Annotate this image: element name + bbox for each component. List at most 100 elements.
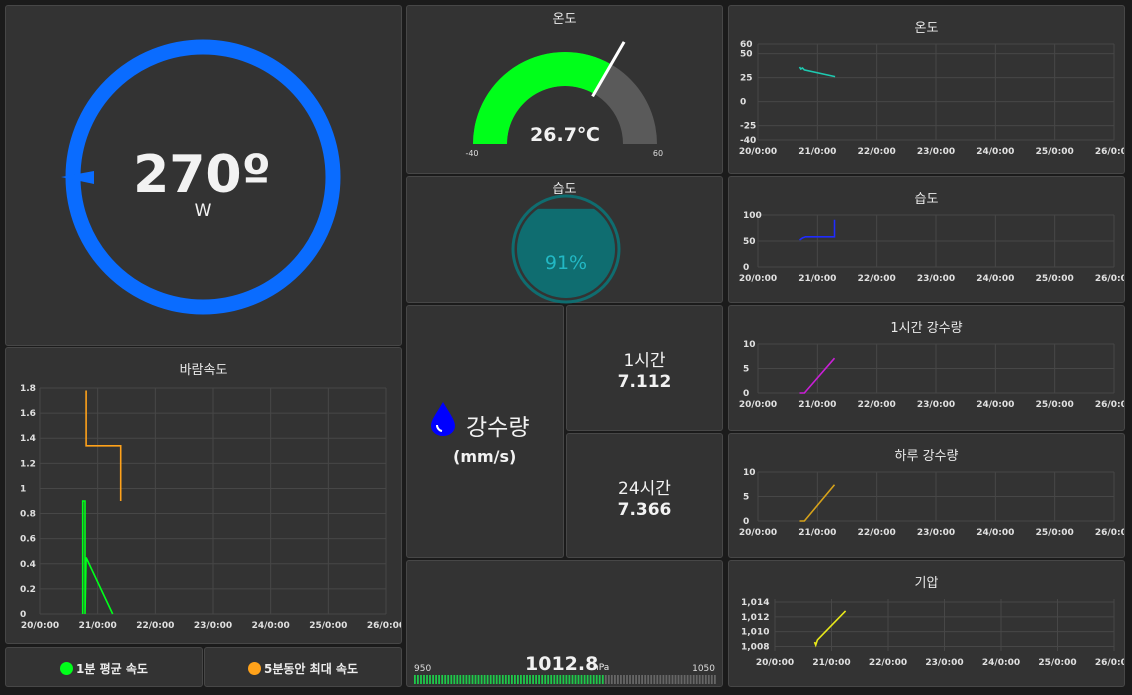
pressure-bar-segment (495, 675, 498, 684)
pressure-bar-segment (462, 675, 465, 684)
temperature-gauge: 26.7℃ -40 60 (465, 41, 663, 158)
x-tick-label: 22/0:00 (858, 147, 896, 157)
legend-dot-green (60, 662, 74, 675)
pressure-bar-segment (562, 675, 565, 684)
legend-5min-max[interactable]: 5분동안 최대 속도 (204, 647, 402, 687)
pressure-bar-segment (614, 675, 616, 684)
pressure-bar-segment (450, 675, 453, 684)
rain-unit: (mm/s) (453, 447, 517, 466)
pressure-max-label: 1050 (692, 664, 715, 674)
pressure-bar-segment (504, 675, 507, 684)
rain-24h-panel: 24시간 7.366 (566, 433, 723, 558)
x-tick-label: 21/0:00 (79, 621, 117, 631)
y-tick-label: 0 (743, 263, 749, 273)
pressure-bar-segment (638, 675, 640, 684)
pressure-bar-segment (583, 675, 586, 684)
x-tick-label: 26/0:00 (1095, 658, 1124, 668)
pressure-bar-segment (447, 675, 450, 684)
humidity-tank: 91% (511, 194, 621, 304)
pressure-bar-segment (704, 675, 707, 684)
pressure-bar-segment (568, 675, 571, 684)
pressure-bar-segment (465, 675, 468, 684)
pressure-bar-segment (644, 675, 647, 684)
pressure-chart: 20/0:00 21/0:00 22/0:00 23/0:00 24/0:00 25/0:… (741, 598, 1124, 668)
x-tick-label: 24/0:00 (252, 621, 290, 631)
x-tick-label: 21/0:00 (812, 658, 850, 668)
pressure-bar-segment (604, 675, 607, 684)
pressure-bar-segment (686, 675, 689, 684)
pressure-bar-segment (626, 675, 628, 684)
x-tick-label: 23/0:00 (925, 658, 963, 668)
pressure-chart-panel: 기압 20/0:00 21/0:00 22/0:00 23/0:00 24/0:00 25… (728, 560, 1125, 687)
pressure-bar-segment (417, 675, 419, 684)
pressure-bar-segment (598, 675, 601, 684)
x-tick-label: 24/0:00 (976, 274, 1014, 284)
pressure-bar-segment (656, 675, 659, 684)
compass-gauge: 270º W (61, 39, 341, 315)
rain-24h-label: 24시간 (618, 479, 671, 499)
gauge-min-label: -40 (465, 149, 478, 158)
pressure-bar-segment (565, 675, 568, 684)
pressure-bar-segment (474, 675, 477, 684)
pressure-bar-segment (483, 675, 486, 684)
x-tick-label: 25/0:00 (1036, 147, 1074, 157)
humidity-panel: 습도 91% (406, 176, 723, 304)
pressure-bar-segment (456, 675, 459, 684)
pressure-bar-segment (517, 675, 519, 684)
x-tick-label: 22/0:00 (858, 274, 896, 284)
temperature-chart: 20/0:00 21/0:00 22/0:00 23/0:00 24/0:00 25/0:… (739, 40, 1124, 157)
pressure-bar-segment (580, 675, 583, 684)
pressure-bar-segment (707, 675, 710, 684)
pressure-bar-segment (692, 675, 695, 684)
y-tick-label: 1,010 (741, 628, 769, 638)
y-tick-label: 10 (743, 340, 756, 350)
x-tick-label: 25/0:00 (1036, 528, 1074, 538)
pressure-bar-segment (689, 675, 692, 684)
pressure-bar-segment (577, 675, 580, 684)
rain-24h-chart-panel: 하루 강수량 20/0:00 21/0:00 22/0:00 23/0:00 24/0:… (728, 433, 1125, 558)
y-tick-label: 100 (743, 211, 762, 221)
pressure-bar-segment (432, 675, 434, 684)
pressure-bar-segment (574, 675, 577, 684)
y-tick-label: 0.6 (20, 535, 36, 545)
pressure-bar-segment (526, 675, 528, 684)
pressure-bar-segment (444, 675, 447, 684)
y-tick-label: -25 (740, 122, 756, 132)
legend-dot-orange (248, 662, 261, 675)
x-tick-label: 24/0:00 (976, 528, 1014, 538)
y-tick-label: 0.8 (20, 510, 36, 520)
compass-value: 270º (133, 145, 271, 205)
pressure-bar-segment (429, 675, 431, 684)
x-tick-label: 20/0:00 (739, 147, 777, 157)
pressure-bar-segment (498, 675, 501, 684)
y-tick-label: 0.4 (20, 560, 36, 570)
y-tick-label: 10 (743, 468, 756, 478)
y-tick-label: 5 (743, 365, 749, 375)
x-tick-label: 20/0:00 (756, 658, 794, 668)
y-tick-label: 50 (740, 50, 753, 60)
x-tick-label: 22/0:00 (136, 621, 174, 631)
pressure-bar-segment (471, 675, 474, 684)
pressure-level-bar (414, 675, 716, 684)
pressure-bar-segment (617, 675, 619, 684)
rain-1h-chart: 20/0:00 21/0:00 22/0:00 23/0:00 24/0:00 25/0:… (739, 340, 1124, 410)
rain-title: 강수량 (466, 415, 530, 441)
x-tick-label: 23/0:00 (194, 621, 232, 631)
pressure-bar-segment (538, 675, 540, 684)
x-tick-label: 22/0:00 (858, 528, 896, 538)
pressure-bar-segment (710, 675, 713, 684)
legend-label: 5분동안 최대 속도 (264, 662, 358, 676)
pressure-min-label: 950 (414, 664, 432, 674)
x-tick-label: 20/0:00 (739, 400, 777, 410)
pressure-bar-segment (489, 675, 492, 684)
legend-1min-avg[interactable]: 1분 평균 속도 (5, 647, 203, 687)
x-tick-label: 24/0:00 (976, 400, 1014, 410)
pressure-bar-segment (459, 675, 462, 684)
pressure-bar-segment (695, 675, 698, 684)
pressure-bar-segment (586, 675, 589, 684)
pressure-bar-segment (635, 675, 637, 684)
pressure-bar-segment (550, 675, 553, 684)
pressure-bar-segment (677, 675, 680, 684)
humidity-value: 91% (545, 252, 587, 274)
x-tick-label: 20/0:00 (739, 528, 777, 538)
